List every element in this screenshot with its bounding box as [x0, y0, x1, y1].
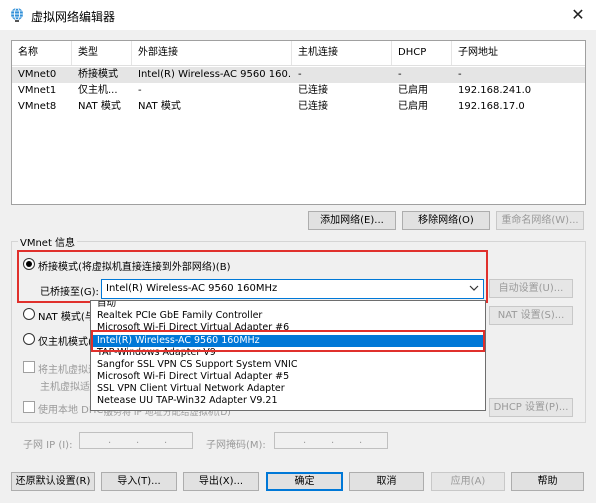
use-dhcp-checkbox[interactable] — [23, 401, 35, 413]
export-button[interactable]: 导出(X)... — [183, 472, 259, 491]
cell-type: NAT 模式 — [78, 101, 121, 112]
window-title: 虚拟网络编辑器 — [31, 10, 116, 24]
dropdown-option[interactable]: Sangfor SSL VPN CS Support System VNIC — [91, 359, 483, 371]
subnet-mask-label: 子网掩码(M): — [206, 440, 266, 451]
close-button[interactable]: ✕ — [560, 0, 596, 30]
host-only-mode-radio[interactable] — [23, 333, 35, 345]
nat-mode-radio[interactable] — [23, 308, 35, 320]
add-network-button[interactable]: 添加网络(E)... — [308, 211, 396, 230]
cancel-button[interactable]: 取消 — [349, 472, 424, 491]
bridged-to-dropdown-list[interactable]: 自动 Realtek PCIe GbE Family Controller Mi… — [90, 300, 486, 411]
cell-name: VMnet0 — [18, 69, 57, 80]
apply-button[interactable]: 应用(A) — [431, 472, 505, 491]
network-list[interactable]: 名称 类型 外部连接 主机连接 DHCP 子网地址 VMnet0 桥接模式 In… — [11, 40, 586, 205]
cell-subnet: 192.168.17.0 — [458, 101, 525, 112]
cell-subnet: - — [458, 69, 462, 80]
column-header-name[interactable]: 名称 — [12, 41, 72, 65]
bridged-mode-radio[interactable] — [23, 258, 35, 270]
cell-name: VMnet1 — [18, 85, 57, 96]
cell-dhcp: 已启用 — [398, 85, 428, 96]
dropdown-option[interactable]: Microsoft Wi-Fi Direct Virtual Adapter #… — [91, 371, 483, 383]
remove-network-button[interactable]: 移除网络(O) — [402, 211, 490, 230]
bridged-to-value: Intel(R) Wireless-AC 9560 160MHz — [106, 283, 278, 294]
cell-name: VMnet8 — [18, 101, 57, 112]
column-header-host[interactable]: 主机连接 — [292, 41, 392, 65]
bridged-to-label: 已桥接至(G): — [40, 287, 99, 298]
cell-external: - — [138, 85, 142, 96]
cell-subnet: 192.168.241.0 — [458, 85, 532, 96]
dropdown-option[interactable]: Netease UU TAP-Win32 Adapter V9.21 — [91, 395, 483, 407]
dropdown-option[interactable]: SSL VPN Client Virtual Network Adapter — [91, 383, 483, 395]
dropdown-option[interactable]: Realtek PCIe GbE Family Controller — [91, 310, 483, 322]
dhcp-settings-button[interactable]: DHCP 设置(P)... — [489, 398, 573, 417]
list-header: 名称 类型 外部连接 主机连接 DHCP 子网地址 — [12, 41, 585, 66]
cell-host: 已连接 — [298, 85, 328, 96]
cell-dhcp: 已启用 — [398, 101, 428, 112]
cell-external: NAT 模式 — [138, 101, 181, 112]
annotation-highlight-box — [91, 330, 485, 352]
ok-button[interactable]: 确定 — [266, 472, 343, 491]
auto-settings-button[interactable]: 自动设置(U)... — [489, 279, 573, 298]
import-button[interactable]: 导入(T)... — [101, 472, 177, 491]
table-row[interactable]: VMnet8 NAT 模式 NAT 模式 已连接 已启用 192.168.17.… — [12, 99, 585, 115]
subnet-ip-input[interactable]: ... — [79, 432, 193, 449]
restore-defaults-button[interactable]: 还原默认设置(R) — [11, 472, 95, 491]
help-button[interactable]: 帮助 — [511, 472, 584, 491]
table-row[interactable]: VMnet0 桥接模式 Intel(R) Wireless-AC 9560 16… — [12, 67, 585, 83]
table-row[interactable]: VMnet1 仅主机... - 已连接 已启用 192.168.241.0 — [12, 83, 585, 99]
subnet-ip-label: 子网 IP (I): — [23, 440, 73, 451]
cell-host: 已连接 — [298, 101, 328, 112]
column-header-subnet[interactable]: 子网地址 — [452, 41, 585, 65]
cell-host: - — [298, 69, 302, 80]
globe-icon — [9, 7, 25, 23]
column-header-type[interactable]: 类型 — [72, 41, 132, 65]
cell-type: 仅主机... — [78, 85, 118, 96]
dropdown-option[interactable]: 自动 — [91, 301, 483, 310]
connect-host-adapter-checkbox[interactable] — [23, 361, 35, 373]
rename-network-button[interactable]: 重命名网络(W)... — [496, 211, 584, 230]
cell-dhcp: - — [398, 69, 402, 80]
cell-type: 桥接模式 — [78, 69, 118, 80]
vmnet-info-title: VMnet 信息 — [18, 234, 78, 249]
cell-external: Intel(R) Wireless-AC 9560 160... — [138, 69, 292, 80]
nat-settings-button[interactable]: NAT 设置(S)... — [489, 306, 573, 325]
chevron-down-icon[interactable] — [466, 280, 482, 298]
bridged-mode-label: 桥接模式(将虚拟机直接连接到外部网络)(B) — [38, 262, 231, 273]
column-header-external[interactable]: 外部连接 — [132, 41, 292, 65]
column-header-dhcp[interactable]: DHCP — [392, 41, 452, 65]
subnet-mask-input[interactable]: ... — [274, 432, 388, 449]
